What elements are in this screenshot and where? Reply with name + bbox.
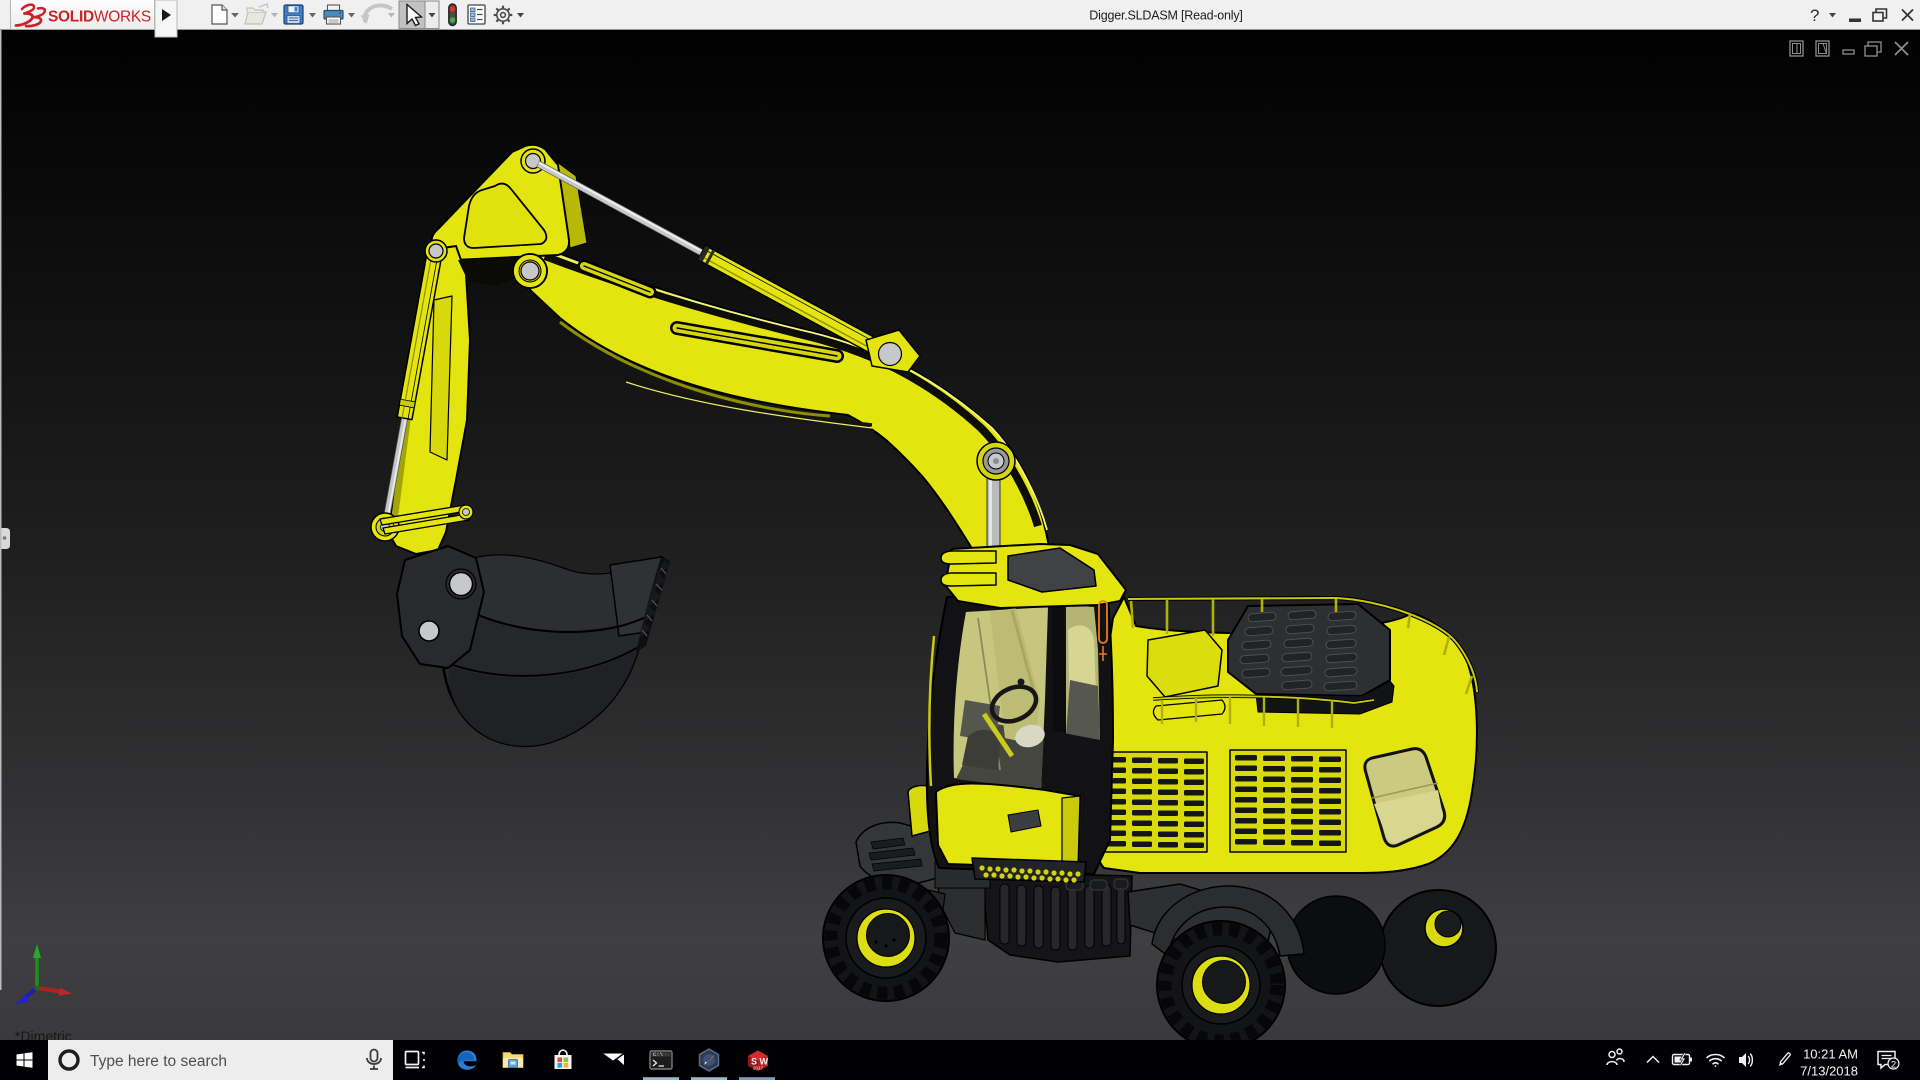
svg-text:Type here to search: Type here to search — [90, 1053, 227, 1070]
svg-text:7/13/2018: 7/13/2018 — [1800, 1064, 1858, 1079]
svg-text:C:\: C:\ — [653, 1051, 663, 1058]
svg-text:?: ? — [1810, 6, 1819, 25]
svg-text:Digger.SLDASM [Read-only]: Digger.SLDASM [Read-only] — [1089, 9, 1242, 23]
svg-text:SOLIDWORKS: SOLIDWORKS — [48, 9, 151, 26]
svg-text:2017: 2017 — [753, 1066, 764, 1071]
svg-text:2: 2 — [1891, 1059, 1896, 1070]
svg-text:10:21 AM: 10:21 AM — [1803, 1047, 1858, 1062]
